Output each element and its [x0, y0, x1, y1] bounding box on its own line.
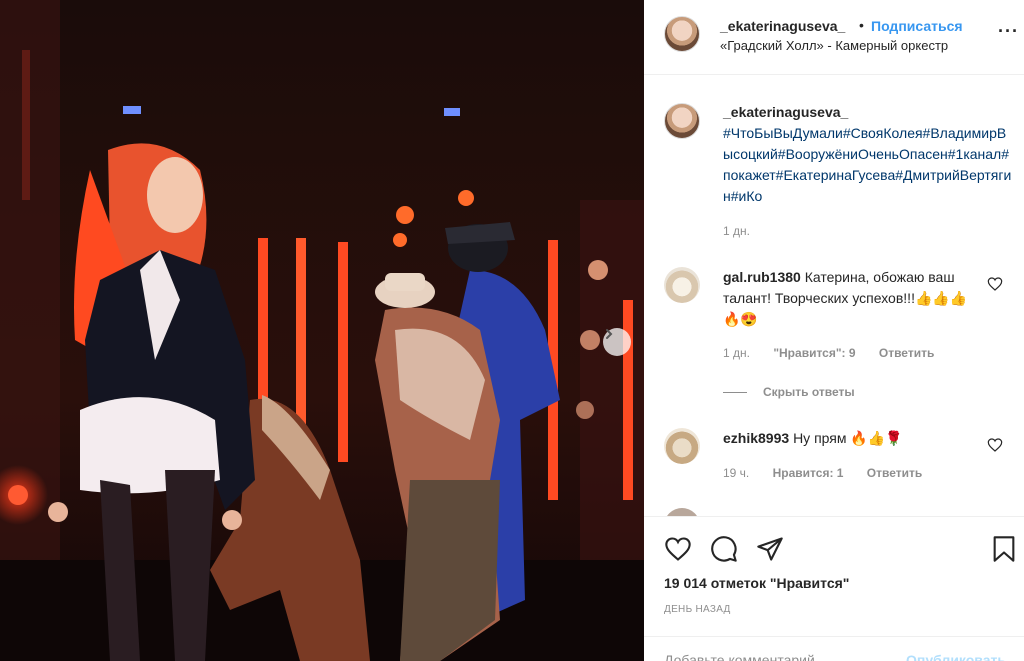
comment-avatar[interactable]: [664, 428, 700, 464]
comment-meta: 1 дн. "Нравится": 9 Ответить: [723, 346, 954, 360]
likes-count[interactable]: 19 014 отметок "Нравится": [664, 575, 849, 591]
chevron-right-icon: [606, 329, 613, 339]
comment-likes[interactable]: "Нравится": 9: [773, 346, 855, 360]
heart-icon[interactable]: [664, 535, 692, 563]
author-avatar[interactable]: [664, 16, 700, 52]
caption-username[interactable]: _ekaterinaguseva_: [723, 102, 1013, 123]
publish-button[interactable]: Опубликовать: [906, 652, 1006, 661]
comment-avatar[interactable]: [664, 508, 700, 516]
bookmark-icon[interactable]: [990, 535, 1018, 563]
caption-avatar[interactable]: [664, 103, 700, 139]
separator-dot: •: [859, 17, 864, 33]
comment-username[interactable]: gal.rub1380: [723, 269, 801, 285]
caption: _ekaterinaguseva_ #ЧтоБыВыДумали#СвояКол…: [723, 102, 1013, 207]
comment-icon[interactable]: [710, 535, 738, 563]
post-actions: 19 014 отметок "Нравится" ДЕНЬ НАЗАД: [644, 516, 1024, 636]
hide-replies-label: Скрыть ответы: [763, 385, 855, 399]
comments-list[interactable]: _ekaterinaguseva_ #ЧтоБыВыДумали#СвояКол…: [644, 76, 1024, 516]
more-dots-icon[interactable]: ···: [998, 21, 1019, 42]
comment-username[interactable]: ezhik8993: [723, 430, 789, 446]
add-comment-bar: Добавьте комментарий... Опубликовать: [644, 636, 1024, 661]
post-timestamp[interactable]: ДЕНЬ НАЗАД: [664, 604, 731, 615]
caption-time[interactable]: 1 дн.: [723, 224, 750, 238]
share-icon[interactable]: [756, 535, 784, 563]
comment-input[interactable]: Добавьте комментарий...: [664, 652, 826, 661]
comment-time[interactable]: 1 дн.: [723, 346, 750, 360]
divider-line: [723, 392, 747, 394]
concert-photo: [0, 0, 644, 661]
comment-likes[interactable]: Нравится: 1: [773, 466, 844, 480]
heart-icon[interactable]: [987, 276, 1003, 292]
post-media[interactable]: [0, 0, 644, 661]
comment: ezhik8993 Ну прям 🔥👍🌹: [723, 428, 978, 449]
post-sidebar: _ekaterinaguseva_ • Подписаться «Градски…: [644, 0, 1024, 661]
post-header: _ekaterinaguseva_ • Подписаться «Градски…: [644, 0, 1024, 75]
heart-icon[interactable]: [987, 437, 1003, 453]
comment-time[interactable]: 19 ч.: [723, 466, 749, 480]
reply-button[interactable]: Ответить: [879, 346, 934, 360]
author-username[interactable]: _ekaterinaguseva_: [720, 18, 845, 34]
comment-meta: 19 ч. Нравится: 1 Ответить: [723, 466, 942, 480]
caption-hashtags[interactable]: #ЧтоБыВыДумали#СвояКолея#ВладимирВысоцки…: [723, 125, 1011, 204]
reply-button[interactable]: Ответить: [867, 466, 922, 480]
location-link[interactable]: «Градский Холл» - Камерный оркестр: [720, 38, 948, 53]
comment: gal.rub1380 Катерина, обожаю ваш талант!…: [723, 267, 978, 330]
comment-text: Ну прям 🔥👍🌹: [793, 430, 903, 446]
hide-replies-button[interactable]: Скрыть ответы: [723, 385, 855, 399]
follow-button[interactable]: Подписаться: [871, 18, 963, 34]
comment-avatar[interactable]: [664, 267, 700, 303]
next-photo-button[interactable]: [603, 328, 631, 356]
